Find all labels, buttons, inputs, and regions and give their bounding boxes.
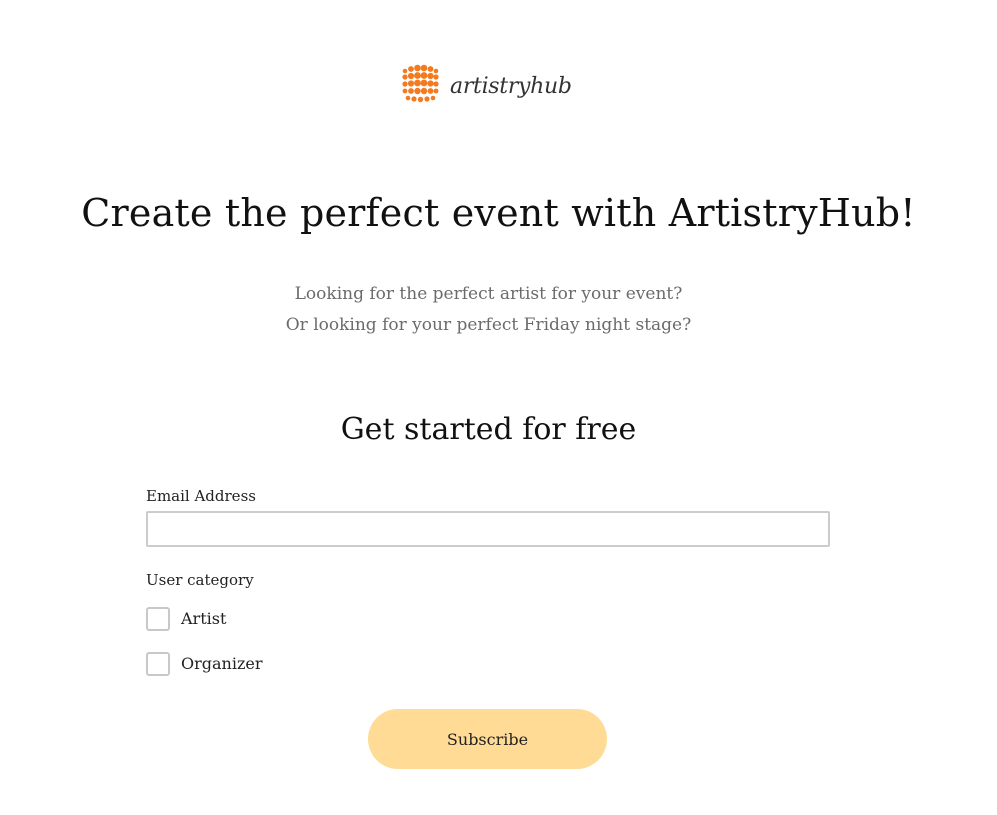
organizer-checkbox[interactable] [146,652,170,676]
brand-logo[interactable]: artistryhub [402,60,577,116]
email-field[interactable] [146,511,830,547]
page-headline: Create the perfect event with ArtistryHu… [81,191,916,235]
organizer-option-label: Organizer [181,654,263,673]
subscribe-button[interactable]: Subscribe [368,709,607,769]
artist-option-label: Artist [181,609,227,628]
subtitle-line-1: Looking for the perfect artist for your … [294,284,683,304]
logo-dots-icon: artistryhub [402,64,572,103]
email-label: Email Address [146,487,256,505]
artist-option[interactable]: Artist [146,607,226,631]
artist-checkbox[interactable] [146,607,170,631]
subtitle-line-2: Or looking for your perfect Friday night… [285,315,692,335]
form-title: Get started for free [340,412,637,447]
user-category-label: User category [146,571,254,589]
organizer-option[interactable]: Organizer [146,652,263,676]
logo-wordmark: artistryhub [450,74,572,99]
